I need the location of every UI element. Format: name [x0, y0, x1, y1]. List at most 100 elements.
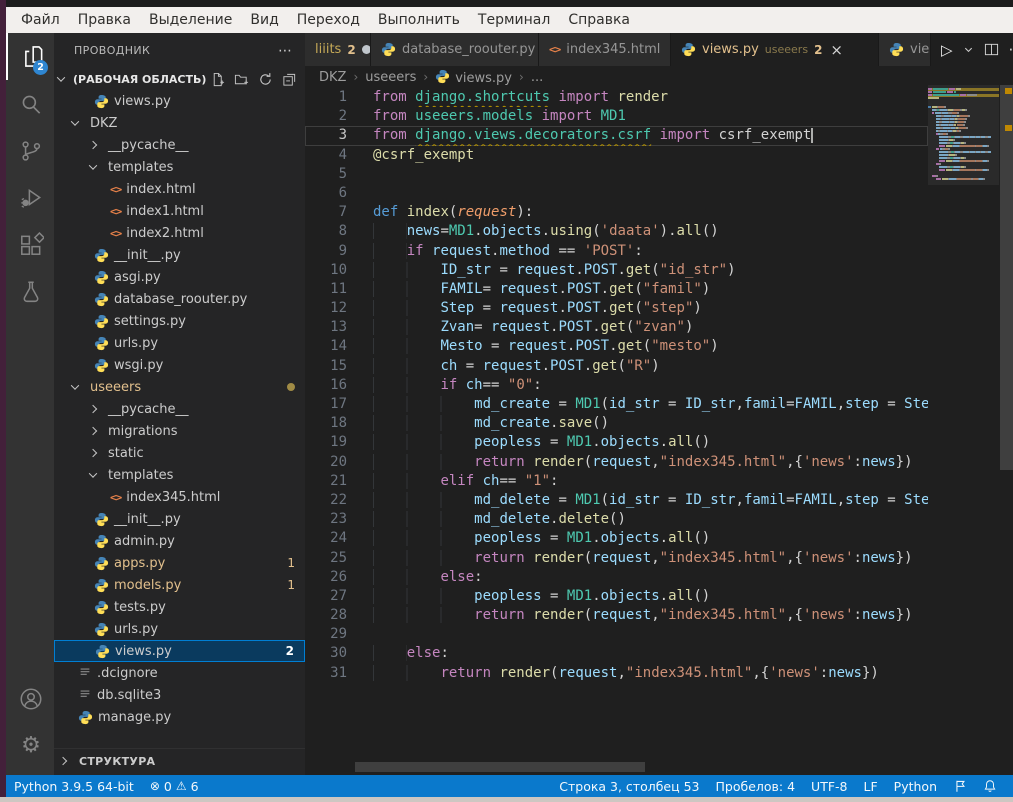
code-line-10[interactable]: 10 ID_str = request.POST.get("id_str")	[305, 261, 928, 280]
vertical-scrollbar[interactable]	[1000, 85, 1013, 470]
play-icon[interactable]: ▷	[941, 41, 953, 59]
tab-vie[interactable]: vie	[879, 33, 931, 66]
code-line-13[interactable]: 13 Zvan= request.POST.get("zvan")	[305, 318, 928, 337]
ellipsis-icon[interactable]: ···	[1009, 41, 1013, 59]
code-line-8[interactable]: 8 news=MD1.objects.using('daata').all()	[305, 222, 928, 241]
tree-item-index345.html[interactable]: <>index345.html	[54, 486, 305, 508]
menu-item-Выполнить[interactable]: Выполнить	[369, 12, 469, 28]
tab-liiits[interactable]: liiits2	[305, 33, 371, 66]
menu-item-Терминал[interactable]: Терминал	[469, 12, 559, 28]
horizontal-scrollbar[interactable]	[355, 762, 645, 772]
tree-item-database_roouter.py[interactable]: database_roouter.py	[54, 288, 305, 310]
tree-item-.dcignore[interactable]: .dcignore	[54, 662, 305, 684]
minimap[interactable]	[928, 88, 999, 228]
code-line-25[interactable]: 25 return render(request,"index345.html"…	[305, 549, 928, 568]
code-line-12[interactable]: 12 Step = request.POST.get("step")	[305, 299, 928, 318]
tree-item-__init__.py[interactable]: __init__.py	[54, 244, 305, 266]
tree-item-__pycache__[interactable]: __pycache__	[54, 398, 305, 420]
code-line-15[interactable]: 15 ch = request.POST.get("R")	[305, 357, 928, 376]
code-line-23[interactable]: 23 md_delete.delete()	[305, 510, 928, 529]
tree-item-urls.py[interactable]: urls.py	[54, 618, 305, 640]
menu-item-Файл[interactable]: Файл	[12, 12, 69, 28]
code-line-9[interactable]: 9 if request.method == 'POST':	[305, 242, 928, 261]
activity-extensions[interactable]	[6, 221, 54, 268]
breadcrumb-item-...[interactable]: ...	[531, 70, 543, 85]
status-language-mode[interactable]: Python	[886, 779, 945, 794]
menu-item-Справка[interactable]: Справка	[559, 12, 639, 28]
chevron-down-icon[interactable]	[963, 44, 974, 55]
outline-section-header[interactable]: СТРУКТУРА	[54, 748, 305, 773]
activity-explorer[interactable]: 2	[6, 33, 54, 80]
code-line-30[interactable]: 30 else:	[305, 644, 928, 663]
tree-item-views.py[interactable]: views.py2	[54, 640, 305, 662]
code-line-26[interactable]: 26 else:	[305, 568, 928, 587]
code-line-19[interactable]: 19 peopless = MD1.objects.all()	[305, 433, 928, 452]
workspace-section-header[interactable]: (РАБОЧАЯ ОБЛАСТЬ) ...	[54, 68, 305, 90]
status-notifications[interactable]	[975, 779, 1005, 793]
status-feedback[interactable]	[945, 779, 975, 793]
code-line-14[interactable]: 14 Mesto = request.POST.get("mesto")	[305, 337, 928, 356]
split-editor-icon[interactable]	[984, 42, 999, 57]
tree-item-apps.py[interactable]: apps.py1	[54, 552, 305, 574]
tab-index345.html[interactable]: <>index345.html	[539, 33, 671, 66]
code-line-22[interactable]: 22 md_delete = MD1(id_str = ID_str,famil…	[305, 491, 928, 510]
menu-item-Переход[interactable]: Переход	[288, 12, 369, 28]
code-editor[interactable]: 1from django.shortcuts import render2fro…	[305, 88, 928, 775]
tree-item-templates[interactable]: templates	[54, 156, 305, 178]
tree-item-index.html[interactable]: <>index.html	[54, 178, 305, 200]
explorer-more-actions-icon[interactable]: ⋯	[278, 43, 293, 59]
tree-item-DKZ[interactable]: DKZ	[54, 112, 305, 134]
new-folder-icon[interactable]	[233, 71, 249, 87]
activity-settings[interactable]: ⚙	[6, 722, 54, 769]
code-line-6[interactable]: 6	[305, 184, 928, 203]
activity-run-debug[interactable]	[6, 174, 54, 221]
tree-item-index2.html[interactable]: <>index2.html	[54, 222, 305, 244]
code-line-18[interactable]: 18 md_create.save()	[305, 414, 928, 433]
tree-item-db.sqlite3[interactable]: db.sqlite3	[54, 684, 305, 706]
collapse-all-icon[interactable]	[281, 71, 297, 87]
activity-search[interactable]	[6, 80, 54, 127]
code-line-1[interactable]: 1from django.shortcuts import render	[305, 88, 928, 107]
code-line-4[interactable]: 4@csrf_exempt	[305, 146, 928, 165]
code-line-17[interactable]: 17 md_create = MD1(id_str = ID_str,famil…	[305, 395, 928, 414]
code-line-31[interactable]: 31 return render(request,"index345.html"…	[305, 664, 928, 683]
breadcrumb-item-useeers[interactable]: useeers	[365, 70, 416, 85]
breadcrumb-item-DKZ[interactable]: DKZ	[319, 70, 346, 85]
status-cursor-position[interactable]: Строка 3, столбец 53	[551, 779, 707, 794]
tree-item-settings.py[interactable]: settings.py	[54, 310, 305, 332]
tree-item-wsgi.py[interactable]: wsgi.py	[54, 354, 305, 376]
tab-database_roouter.py[interactable]: database_roouter.py	[371, 33, 539, 66]
tree-item-index1.html[interactable]: <>index1.html	[54, 200, 305, 222]
tree-item-__pycache__[interactable]: __pycache__	[54, 134, 305, 156]
tree-item-admin.py[interactable]: admin.py	[54, 530, 305, 552]
status-indentation[interactable]: Пробелов: 4	[708, 779, 804, 794]
code-line-20[interactable]: 20 return render(request,"index345.html"…	[305, 453, 928, 472]
tree-item-manage.py[interactable]: manage.py	[54, 706, 305, 728]
code-line-16[interactable]: 16 if ch== "0":	[305, 376, 928, 395]
breadcrumb-item-views.py[interactable]: views.py	[435, 69, 512, 86]
activity-source-control[interactable]	[6, 127, 54, 174]
new-file-icon[interactable]	[209, 71, 225, 87]
code-line-27[interactable]: 27 peopless = MD1.objects.all()	[305, 587, 928, 606]
tree-item-useeers[interactable]: useeers	[54, 376, 305, 398]
code-line-5[interactable]: 5	[305, 165, 928, 184]
tab-views.py[interactable]: views.pyuseeers2×	[671, 33, 879, 66]
tree-item-migrations[interactable]: migrations	[54, 420, 305, 442]
code-line-28[interactable]: 28 return render(request,"index345.html"…	[305, 606, 928, 625]
code-line-2[interactable]: 2from useeers.models import MD1	[305, 107, 928, 126]
code-line-11[interactable]: 11 FAMIL= request.POST.get("famil")	[305, 280, 928, 299]
tree-item-models.py[interactable]: models.py1	[54, 574, 305, 596]
menu-item-Правка[interactable]: Правка	[69, 12, 140, 28]
activity-testing[interactable]	[6, 268, 54, 315]
tree-item-views.py[interactable]: views.py	[54, 90, 305, 112]
activity-account[interactable]	[6, 675, 54, 722]
status-python-version[interactable]: Python 3.9.5 64-bit	[6, 779, 142, 794]
refresh-icon[interactable]	[257, 71, 273, 87]
tree-item-tests.py[interactable]: tests.py	[54, 596, 305, 618]
tree-item-asgi.py[interactable]: asgi.py	[54, 266, 305, 288]
tree-item-static[interactable]: static	[54, 442, 305, 464]
tree-item-templates[interactable]: templates	[54, 464, 305, 486]
code-line-29[interactable]: 29	[305, 625, 928, 644]
code-line-21[interactable]: 21 elif ch== "1":	[305, 472, 928, 491]
menu-item-Выделение[interactable]: Выделение	[140, 12, 241, 28]
